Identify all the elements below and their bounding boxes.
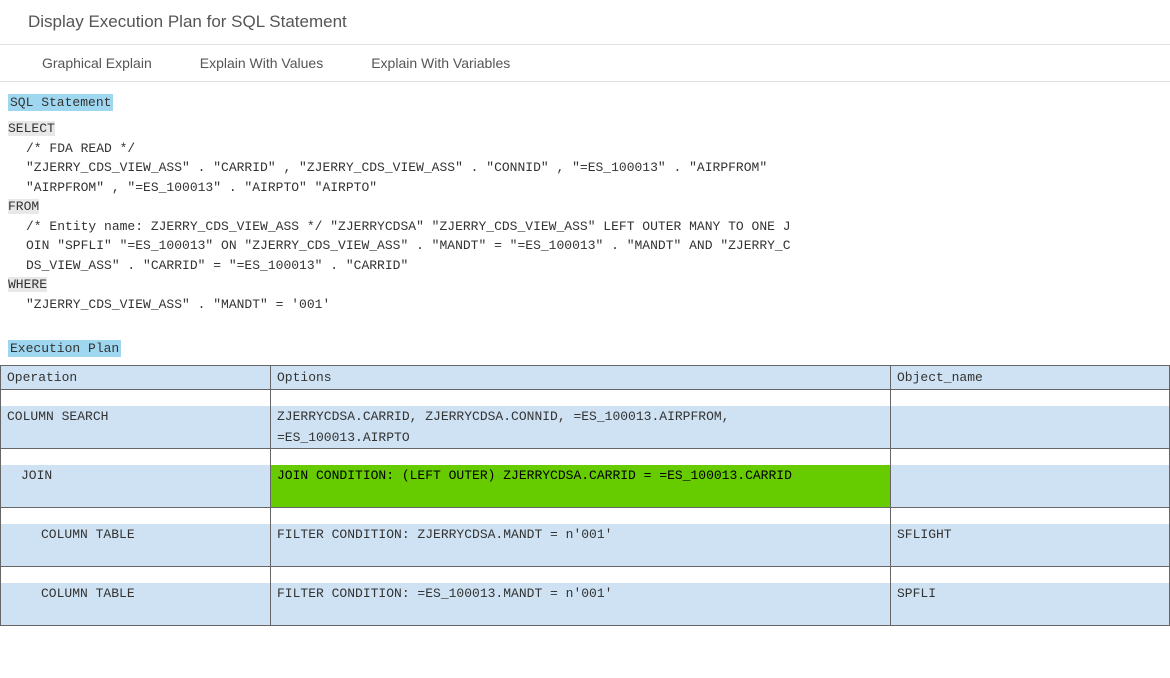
sql-text: "ZJERRY_CDS_VIEW_ASS" . "MANDT" = '001' bbox=[8, 295, 1150, 315]
table-row[interactable]: COLUMN TABLE FILTER CONDITION: =ES_10001… bbox=[1, 567, 1170, 626]
col-header-options[interactable]: Options bbox=[271, 366, 891, 390]
plan-options: JOIN CONDITION: (LEFT OUTER) ZJERRYCDSA.… bbox=[271, 465, 890, 486]
table-row[interactable]: COLUMN SEARCH ZJERRYCDSA.CARRID, ZJERRYC… bbox=[1, 390, 1170, 449]
sql-statement-label: SQL Statement bbox=[8, 94, 113, 111]
sql-text: /* Entity name: ZJERRY_CDS_VIEW_ASS */ "… bbox=[8, 217, 1150, 237]
page-title: Display Execution Plan for SQL Statement bbox=[0, 0, 1170, 45]
sql-keyword-select: SELECT bbox=[8, 121, 55, 136]
sql-keyword-from: FROM bbox=[8, 199, 39, 214]
sql-block: SELECT /* FDA READ */ "ZJERRY_CDS_VIEW_A… bbox=[8, 119, 1150, 314]
table-row[interactable]: JOIN JOIN CONDITION: (LEFT OUTER) ZJERRY… bbox=[1, 449, 1170, 508]
sql-keyword-where: WHERE bbox=[8, 277, 47, 292]
explain-with-variables-button[interactable]: Explain With Variables bbox=[371, 55, 510, 71]
sql-text: "ZJERRY_CDS_VIEW_ASS" . "CARRID" , "ZJER… bbox=[8, 158, 1150, 178]
sql-text: "AIRPFROM" , "=ES_100013" . "AIRPTO" "AI… bbox=[8, 178, 1150, 198]
plan-options: FILTER CONDITION: ZJERRYCDSA.MANDT = n'0… bbox=[271, 524, 890, 545]
plan-object-name bbox=[891, 465, 1169, 486]
plan-object-name bbox=[891, 406, 1169, 427]
col-header-operation[interactable]: Operation bbox=[1, 366, 271, 390]
execution-plan-label: Execution Plan bbox=[8, 340, 121, 357]
table-row[interactable]: COLUMN TABLE FILTER CONDITION: ZJERRYCDS… bbox=[1, 508, 1170, 567]
table-header-row: Operation Options Object_name bbox=[1, 366, 1170, 390]
execution-plan-table: Operation Options Object_name COLUMN SEA… bbox=[0, 365, 1170, 626]
toolbar: Graphical Explain Explain With Values Ex… bbox=[0, 45, 1170, 82]
plan-operation: COLUMN SEARCH bbox=[1, 406, 270, 427]
graphical-explain-button[interactable]: Graphical Explain bbox=[42, 55, 152, 71]
plan-operation: COLUMN TABLE bbox=[1, 524, 270, 545]
plan-object-name: SFLIGHT bbox=[891, 524, 1169, 545]
plan-operation: JOIN bbox=[1, 465, 270, 486]
plan-operation: COLUMN TABLE bbox=[1, 583, 270, 604]
col-header-object-name[interactable]: Object_name bbox=[891, 366, 1170, 390]
sql-text: OIN "SPFLI" "=ES_100013" ON "ZJERRY_CDS_… bbox=[8, 236, 1150, 256]
sql-text: /* FDA READ */ bbox=[8, 139, 1150, 159]
plan-options: FILTER CONDITION: =ES_100013.MANDT = n'0… bbox=[271, 583, 890, 604]
plan-object-name: SPFLI bbox=[891, 583, 1169, 604]
explain-with-values-button[interactable]: Explain With Values bbox=[200, 55, 323, 71]
plan-options: ZJERRYCDSA.CARRID, ZJERRYCDSA.CONNID, =E… bbox=[271, 406, 890, 427]
sql-text: DS_VIEW_ASS" . "CARRID" = "=ES_100013" .… bbox=[8, 256, 1150, 276]
